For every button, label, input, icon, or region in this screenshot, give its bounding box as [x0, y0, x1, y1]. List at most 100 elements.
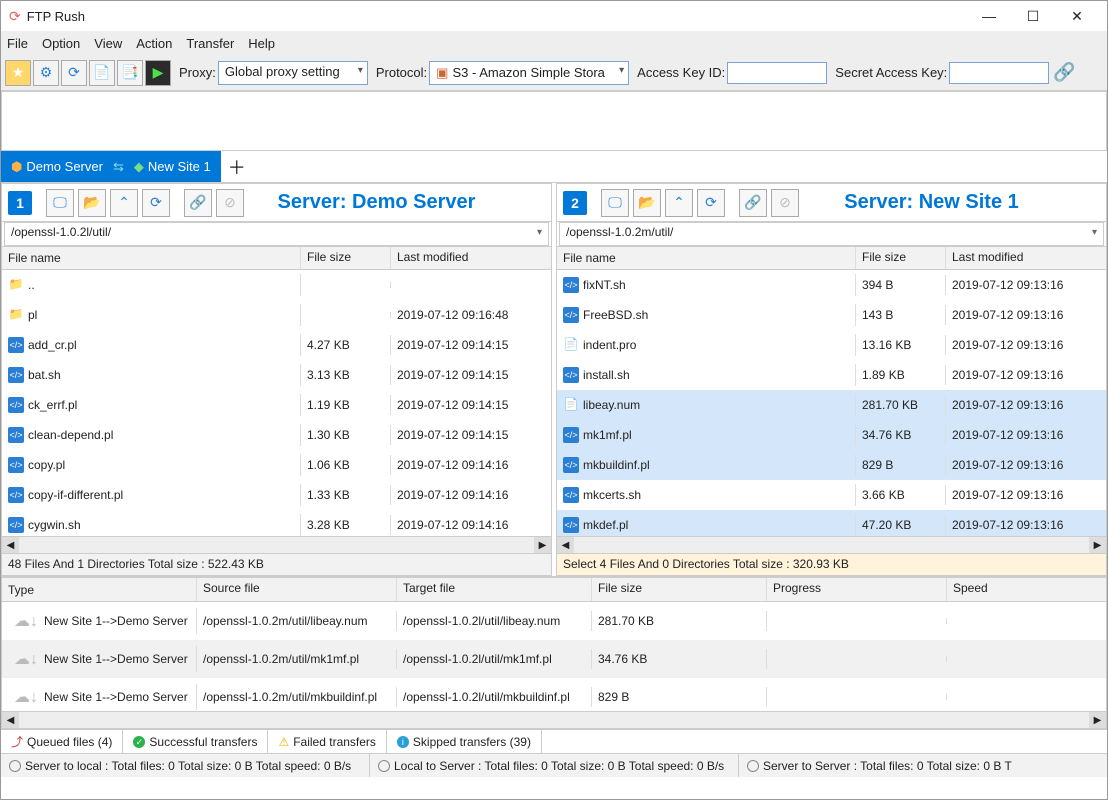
disable-icon[interactable]: ⊘	[216, 189, 244, 217]
qcol-prog[interactable]: Progress	[767, 578, 947, 601]
file-row[interactable]: </>ck_errf.pl1.19 KB2019-07-12 09:14:15	[2, 390, 551, 420]
queue-row[interactable]: ☁↓New Site 1-->Demo Server/openssl-1.0.2…	[2, 640, 1106, 678]
menu-view[interactable]: View	[94, 36, 122, 51]
log-area[interactable]	[1, 91, 1107, 151]
queue-list[interactable]: ☁↓New Site 1-->Demo Server/openssl-1.0.2…	[2, 602, 1106, 711]
file-name: clean-depend.pl	[28, 428, 113, 442]
file-modified: 2019-07-12 09:14:15	[391, 335, 551, 355]
file-row[interactable]: 📄libeay.num281.70 KB2019-07-12 09:13:16	[557, 390, 1106, 420]
file-modified: 2019-07-12 09:13:16	[946, 515, 1106, 535]
file-row[interactable]: </>copy-if-different.pl1.33 KB2019-07-12…	[2, 480, 551, 510]
file-row[interactable]: </>clean-depend.pl1.30 KB2019-07-12 09:1…	[2, 420, 551, 450]
pane-right-filelist[interactable]: </>fixNT.sh394 B2019-07-12 09:13:16</>Fr…	[557, 270, 1106, 536]
minimize-button[interactable]: —	[967, 2, 1011, 30]
tab-queued[interactable]: ⤴Queued files (4)	[1, 730, 123, 753]
favorite-icon[interactable]: ★	[5, 60, 31, 86]
file-row[interactable]: </>mkcerts.sh3.66 KB2019-07-12 09:13:16	[557, 480, 1106, 510]
file-row[interactable]: 📁pl2019-07-12 09:16:48	[2, 300, 551, 330]
col-filename[interactable]: File name	[2, 247, 301, 269]
refresh-pane-icon[interactable]: ⟳	[142, 189, 170, 217]
qcol-tgt[interactable]: Target file	[397, 578, 592, 601]
file-row[interactable]: </>bat.sh3.13 KB2019-07-12 09:14:15	[2, 360, 551, 390]
tab-failed[interactable]: ⚠Failed transfers	[268, 730, 386, 753]
tab-skipped[interactable]: iSkipped transfers (39)	[387, 730, 542, 753]
file-size: 4.27 KB	[301, 335, 391, 355]
file-type-icon: </>	[8, 517, 24, 533]
file-row[interactable]: 📁..	[2, 270, 551, 300]
proxy-select[interactable]: Global proxy setting	[218, 61, 368, 85]
col-filesize[interactable]: File size	[856, 247, 946, 269]
col-filesize[interactable]: File size	[301, 247, 391, 269]
file-modified: 2019-07-12 09:13:16	[946, 275, 1106, 295]
menu-option[interactable]: Option	[42, 36, 80, 51]
file-row[interactable]: </>cygwin.sh3.28 KB2019-07-12 09:14:16	[2, 510, 551, 536]
file-row[interactable]: 📄indent.pro13.16 KB2019-07-12 09:13:16	[557, 330, 1106, 360]
menu-file[interactable]: File	[7, 36, 28, 51]
file-type-icon: </>	[8, 427, 24, 443]
folder-open-icon[interactable]: 📂	[78, 189, 106, 217]
menu-action[interactable]: Action	[136, 36, 172, 51]
col-modified[interactable]: Last modified	[391, 247, 551, 269]
protocol-select[interactable]: ▣ S3 - Amazon Simple Stora	[429, 61, 629, 85]
qcol-src[interactable]: Source file	[197, 578, 397, 601]
pane-left-badge: 1	[8, 191, 32, 215]
file-name: ck_errf.pl	[28, 398, 77, 412]
tab-success[interactable]: ✓Successful transfers	[123, 730, 268, 753]
pane-right-title: Server: New Site 1	[803, 191, 1100, 214]
pane-right-path[interactable]: /openssl-1.0.2m/util/	[559, 222, 1104, 246]
file-type-icon: </>	[8, 337, 24, 353]
qcol-type[interactable]: Type	[2, 578, 197, 601]
monitor-icon[interactable]: 🖵	[46, 189, 74, 217]
file-row[interactable]: </>mkdef.pl47.20 KB2019-07-12 09:13:16	[557, 510, 1106, 536]
qcol-speed[interactable]: Speed	[947, 578, 1106, 601]
secret-key-input[interactable]	[949, 62, 1049, 84]
file-modified: 2019-07-12 09:14:15	[391, 425, 551, 445]
pane-right-hscroll[interactable]: ◀▶	[557, 536, 1106, 553]
tab-add-button[interactable]: ＋	[221, 151, 253, 182]
file-row[interactable]: </>install.sh1.89 KB2019-07-12 09:13:16	[557, 360, 1106, 390]
file-row[interactable]: </>add_cr.pl4.27 KB2019-07-12 09:14:15	[2, 330, 551, 360]
refresh-icon[interactable]: ⟳	[61, 60, 87, 86]
file-row[interactable]: </>FreeBSD.sh143 B2019-07-12 09:13:16	[557, 300, 1106, 330]
file-row[interactable]: </>copy.pl1.06 KB2019-07-12 09:14:16	[2, 450, 551, 480]
file-row[interactable]: </>mk1mf.pl34.76 KB2019-07-12 09:13:16	[557, 420, 1106, 450]
refresh-pane-icon[interactable]: ⟳	[697, 189, 725, 217]
fp-icon: ⬢	[11, 159, 22, 175]
pane-left-filelist[interactable]: 📁..📁pl2019-07-12 09:16:48</>add_cr.pl4.2…	[2, 270, 551, 536]
qcol-size[interactable]: File size	[592, 578, 767, 601]
close-button[interactable]: ✕	[1055, 2, 1099, 30]
pane-left-path[interactable]: /openssl-1.0.2l/util/	[4, 222, 549, 246]
file-type-icon: </>	[563, 487, 579, 503]
file-name: copy-if-different.pl	[28, 488, 123, 502]
up-icon[interactable]: ⌃	[110, 189, 138, 217]
disable-icon[interactable]: ⊘	[771, 189, 799, 217]
monitor-icon[interactable]: 🖵	[601, 189, 629, 217]
footer-server-to-local: Server to local : Total files: 0 Total s…	[1, 754, 370, 777]
queue-row[interactable]: ☁↓New Site 1-->Demo Server/openssl-1.0.2…	[2, 678, 1106, 711]
menu-help[interactable]: Help	[248, 36, 275, 51]
file-row[interactable]: </>fixNT.sh394 B2019-07-12 09:13:16	[557, 270, 1106, 300]
link-icon[interactable]: 🔗	[184, 189, 212, 217]
queue-row[interactable]: ☁↓New Site 1-->Demo Server/openssl-1.0.2…	[2, 602, 1106, 640]
window-title: FTP Rush	[27, 9, 967, 24]
menu-transfer[interactable]: Transfer	[186, 36, 234, 51]
file-modified: 2019-07-12 09:13:16	[946, 335, 1106, 355]
transfer-doc-icon[interactable]: 📑	[117, 60, 143, 86]
document-icon[interactable]: 📄	[89, 60, 115, 86]
file-type-icon: </>	[563, 307, 579, 323]
tab-connection[interactable]: ⬢ Demo Server ⇆ ◆ New Site 1	[1, 151, 221, 182]
access-key-input[interactable]	[727, 62, 827, 84]
settings-icon[interactable]: ⚙	[33, 60, 59, 86]
connect-icon[interactable]: 🔗	[1051, 60, 1077, 86]
up-icon[interactable]: ⌃	[665, 189, 693, 217]
file-row[interactable]: </>mkbuildinf.pl829 B2019-07-12 09:13:16	[557, 450, 1106, 480]
link-icon[interactable]: 🔗	[739, 189, 767, 217]
terminal-icon[interactable]: ▶	[145, 60, 171, 86]
pane-left-hscroll[interactable]: ◀▶	[2, 536, 551, 553]
folder-open-icon[interactable]: 📂	[633, 189, 661, 217]
col-filename[interactable]: File name	[557, 247, 856, 269]
queue-hscroll[interactable]: ◀▶	[2, 711, 1106, 728]
maximize-button[interactable]: ☐	[1011, 2, 1055, 30]
col-modified[interactable]: Last modified	[946, 247, 1106, 269]
connection-tabs: ⬢ Demo Server ⇆ ◆ New Site 1 ＋	[1, 151, 1107, 183]
